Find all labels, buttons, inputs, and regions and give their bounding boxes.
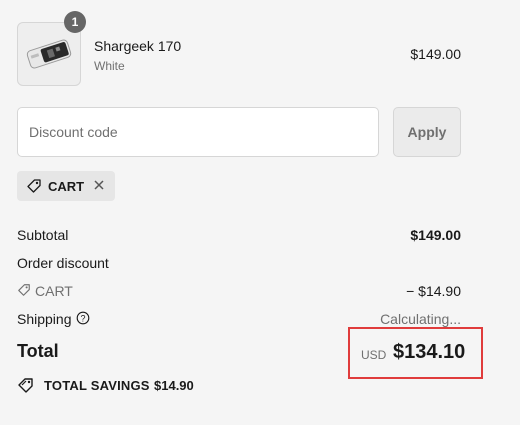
savings-tag-icon xyxy=(18,378,33,393)
discount-code-input[interactable] xyxy=(17,107,379,157)
discount-code-label: CART xyxy=(35,283,73,299)
info-icon[interactable]: ? xyxy=(76,311,90,325)
total-savings-amount: $14.90 xyxy=(154,378,194,393)
shipping-value: Calculating... xyxy=(380,311,461,327)
product-price: $149.00 xyxy=(410,46,461,62)
quantity-badge: 1 xyxy=(64,11,86,33)
order-discount-label: Order discount xyxy=(17,255,109,271)
discount-tag-icon xyxy=(18,284,30,296)
line-item: 1 Shargeek 170 White $149.00 xyxy=(17,11,461,86)
product-variant: White xyxy=(94,59,125,73)
total-highlight-box: USD $134.10 xyxy=(348,327,483,379)
tag-icon xyxy=(27,179,41,193)
close-icon[interactable] xyxy=(92,178,106,192)
product-name: Shargeek 170 xyxy=(94,38,182,54)
total-amount: $134.10 xyxy=(393,341,466,363)
applied-discount-code: CART xyxy=(48,179,85,194)
discount-amount: − $14.90 xyxy=(406,283,461,299)
subtotal-value: $149.00 xyxy=(410,227,461,243)
currency-code: USD xyxy=(361,348,387,362)
shipping-label: Shipping xyxy=(17,311,72,327)
apply-button[interactable]: Apply xyxy=(393,107,461,157)
total-label: Total xyxy=(17,341,59,361)
subtotal-label: Subtotal xyxy=(17,227,69,243)
total-savings-label: TOTAL SAVINGS xyxy=(44,378,150,393)
svg-text:?: ? xyxy=(80,313,85,323)
applied-discount-tag: CART xyxy=(17,171,115,201)
